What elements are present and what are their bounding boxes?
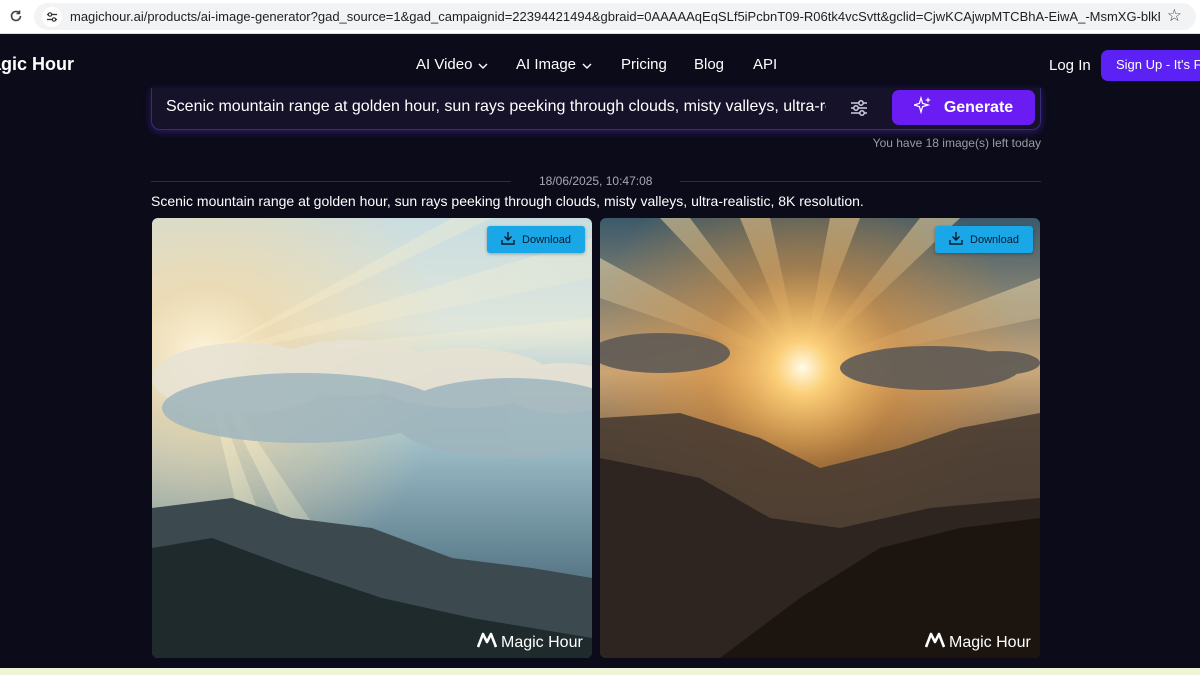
divider-left — [151, 181, 511, 182]
browser-toolbar: magichour.ai/products/ai-image-generator… — [0, 0, 1200, 34]
download-button-2[interactable]: Download — [935, 226, 1033, 253]
bottom-strip — [0, 668, 1200, 675]
site-info-icon[interactable] — [42, 7, 62, 27]
download-button-1[interactable]: Download — [487, 226, 585, 253]
nav-blog[interactable]: Blog — [694, 56, 724, 73]
settings-sliders-icon[interactable] — [849, 98, 869, 118]
signup-button[interactable]: Sign Up - It's F — [1101, 50, 1200, 81]
generated-image-1[interactable]: Download Magic Hour — [152, 218, 592, 658]
site-header: agic Hour AI Video AI Image Pricing Blog… — [0, 35, 1200, 95]
download-label: Download — [522, 233, 571, 246]
divider-right — [680, 181, 1041, 182]
site-logo[interactable]: agic Hour — [0, 54, 74, 75]
generated-image-2[interactable]: Download Magic Hour — [600, 218, 1040, 658]
chevron-down-icon — [582, 56, 592, 73]
url-text: magichour.ai/products/ai-image-generator… — [70, 9, 1160, 24]
watermark-1: Magic Hour — [476, 632, 583, 653]
nav-ai-image-label: AI Image — [516, 56, 577, 73]
watermark-text: Magic Hour — [949, 633, 1031, 651]
reload-icon[interactable] — [6, 6, 26, 26]
quota-text: You have 18 image(s) left today — [872, 136, 1041, 150]
nav-ai-video-label: AI Video — [416, 56, 473, 73]
watermark-2: Magic Hour — [924, 632, 1031, 653]
chevron-down-icon — [478, 56, 488, 73]
download-icon — [949, 231, 963, 248]
nav-ai-image[interactable]: AI Image — [516, 56, 592, 73]
download-label: Download — [970, 233, 1019, 246]
generate-label: Generate — [943, 98, 1014, 116]
bookmark-star-icon[interactable]: ☆ — [1167, 6, 1182, 26]
prompt-input[interactable]: Scenic mountain range at golden hour, su… — [166, 98, 826, 118]
result-prompt: Scenic mountain range at golden hour, su… — [151, 193, 864, 209]
address-bar[interactable]: magichour.ai/products/ai-image-generator… — [34, 3, 1196, 30]
download-icon — [501, 231, 515, 248]
nav-api[interactable]: API — [753, 56, 777, 73]
result-timestamp: 18/06/2025, 10:47:08 — [539, 174, 653, 188]
prompt-box: Scenic mountain range at golden hour, su… — [151, 88, 1041, 130]
mountain-scene-image — [152, 218, 592, 658]
login-link[interactable]: Log In — [1049, 57, 1091, 74]
watermark-text: Magic Hour — [501, 633, 583, 651]
magic-hour-logo-icon — [476, 632, 498, 653]
magic-hour-logo-icon — [924, 632, 946, 653]
sparkle-icon — [911, 95, 932, 119]
nav-ai-video[interactable]: AI Video — [416, 56, 488, 73]
generate-button[interactable]: Generate — [892, 90, 1035, 125]
mountain-scene-image — [600, 218, 1040, 658]
nav-pricing[interactable]: Pricing — [621, 56, 667, 73]
